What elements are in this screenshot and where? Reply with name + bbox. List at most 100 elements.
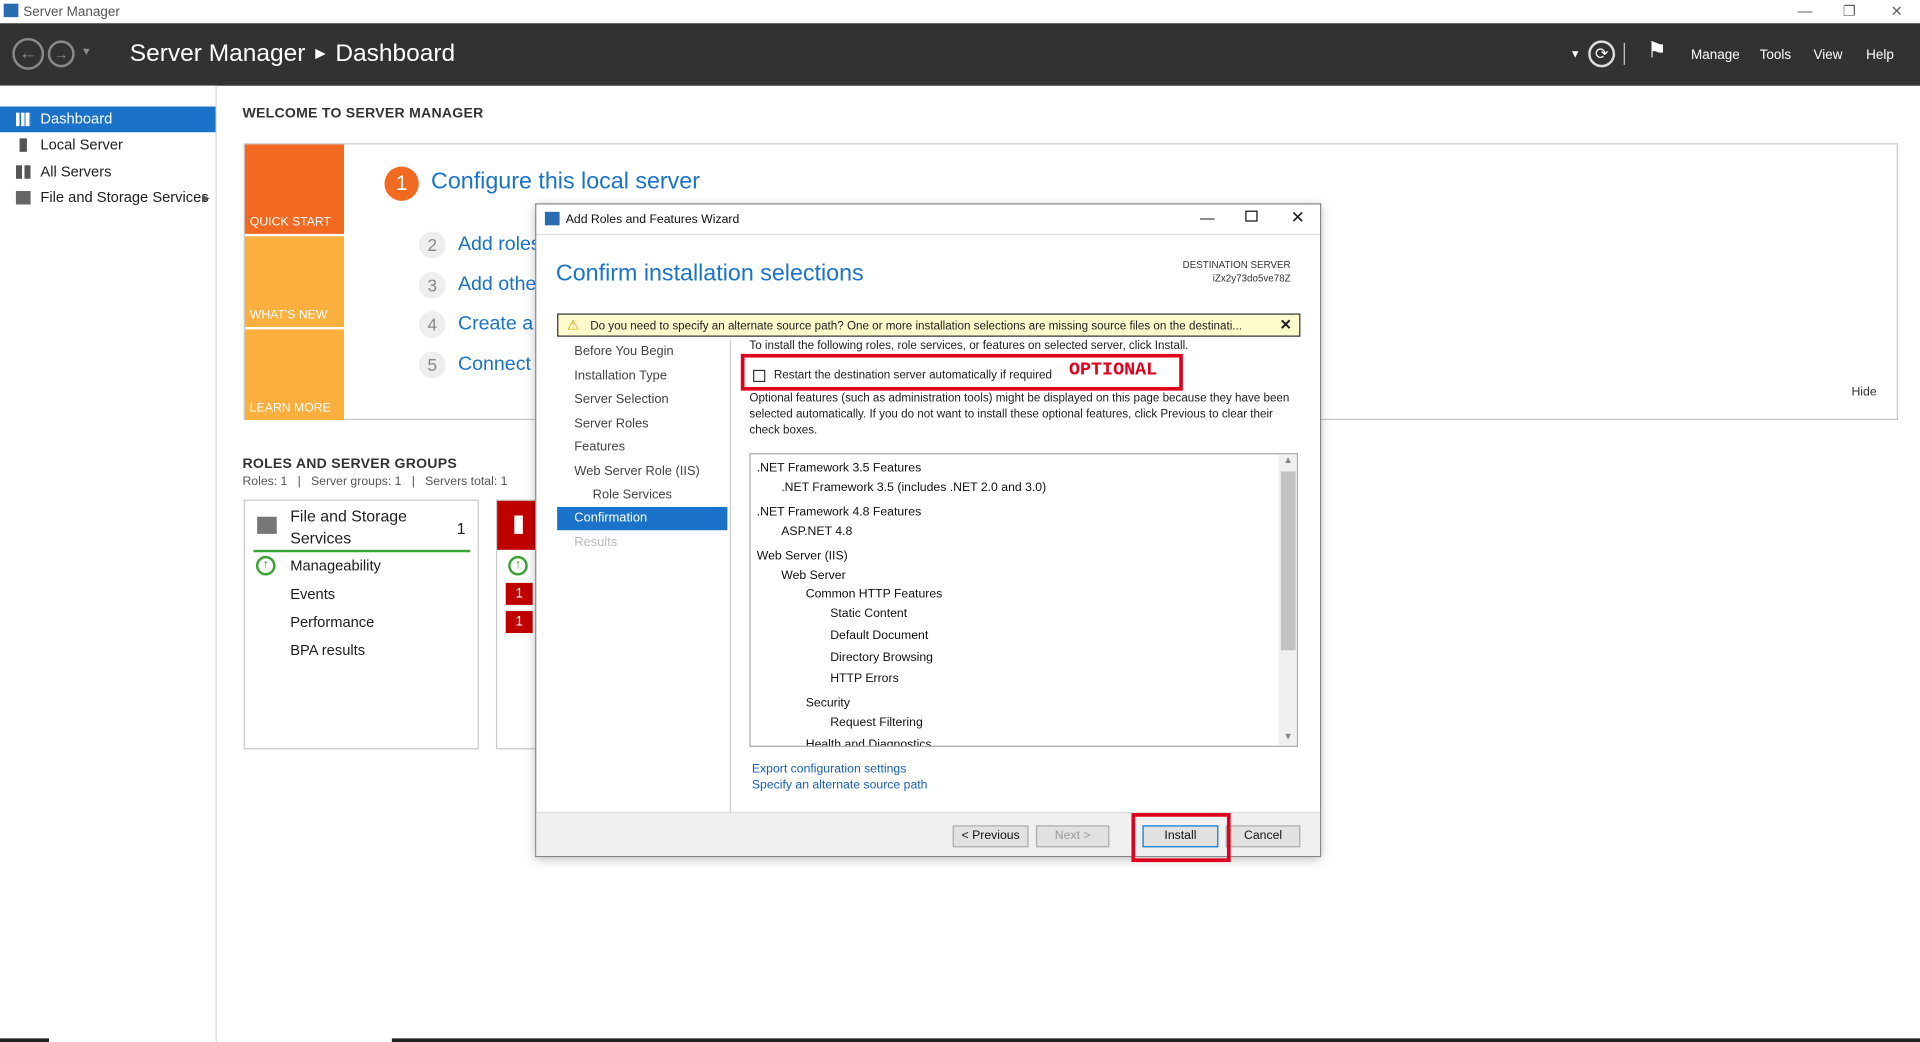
step-number-5: 5	[418, 351, 446, 379]
hide-link[interactable]: Hide	[1851, 386, 1876, 399]
optional-features-note: Optional features (such as administratio…	[749, 391, 1290, 438]
feature-item: Default Document	[830, 629, 929, 643]
nav-server-roles[interactable]: Server Roles	[574, 416, 648, 431]
features-list-box[interactable]: .NET Framework 3.5 Features .NET Framewo…	[749, 453, 1298, 747]
tile-whats-new[interactable]: WHAT'S NEW	[244, 236, 345, 327]
step-configure-local-server[interactable]: Configure this local server	[431, 169, 700, 196]
card-count: 1	[456, 519, 466, 538]
cancel-button[interactable]: Cancel	[1225, 825, 1301, 848]
tile-quick-start[interactable]: QUICK START	[244, 144, 345, 234]
back-arrow-icon[interactable]: ←	[12, 37, 45, 70]
export-config-link[interactable]: Export configuration settings	[752, 763, 907, 776]
menu-tools[interactable]: Tools	[1760, 48, 1791, 63]
step-number-2: 2	[418, 231, 446, 259]
wizard-title: Add Roles and Features Wizard	[565, 213, 740, 227]
app-header: ← → ▼ Server Manager ▶ Dashboard ▼ ⟳ ⚑ Man…	[0, 23, 1920, 86]
sidebar-item-all-servers[interactable]: All Servers	[0, 159, 216, 185]
nav-installation-type[interactable]: Installation Type	[574, 369, 667, 384]
expand-arrow-icon[interactable]: ▶	[202, 185, 210, 211]
close-warning-icon[interactable]: ✕	[1280, 316, 1292, 333]
step-add-other[interactable]: Add other	[458, 274, 543, 296]
servers-icon	[15, 165, 31, 179]
nav-features[interactable]: Features	[574, 440, 625, 455]
sidebar-item-label: File and Storage Services	[40, 188, 209, 206]
feature-item: Health and Diagnostics	[805, 738, 932, 747]
server-icon	[514, 515, 523, 534]
breadcrumb: Server Manager ▶ Dashboard	[130, 40, 455, 68]
status-ok-icon: ↑	[508, 555, 528, 576]
maximize-icon[interactable]	[1245, 210, 1258, 222]
nav-role-services[interactable]: Role Services	[593, 487, 672, 502]
card-status-bar	[253, 549, 471, 553]
title-divider	[536, 233, 1321, 236]
file-storage-icon	[15, 191, 31, 205]
alert-badge[interactable]: 1	[505, 611, 533, 634]
feature-item: .NET Framework 3.5 (includes .NET 2.0 an…	[781, 481, 1047, 495]
feature-item: Web Server (IIS)	[756, 549, 848, 564]
scrollbar-thumb[interactable]	[1280, 471, 1296, 651]
nav-divider	[729, 340, 732, 812]
warning-icon: ⚠	[566, 318, 580, 334]
menu-manage[interactable]: Manage	[1691, 48, 1740, 63]
sidebar-item-local-server[interactable]: Local Server	[0, 132, 216, 158]
nav-before-you-begin[interactable]: Before You Begin	[574, 344, 673, 359]
nav-server-selection[interactable]: Server Selection	[574, 392, 668, 407]
nav-confirmation: Confirmation	[574, 510, 648, 526]
sidebar-item-dashboard[interactable]: Dashboard	[0, 106, 216, 133]
alternate-source-link[interactable]: Specify an alternate source path	[752, 779, 928, 792]
previous-button[interactable]: < Previous	[952, 825, 1029, 848]
scroll-down-icon[interactable]: ▼	[1283, 731, 1293, 742]
server-manager-app-icon	[3, 3, 19, 18]
nav-confirmation-highlight[interactable]: Confirmation	[557, 506, 728, 531]
feature-item: HTTP Errors	[830, 672, 899, 686]
tile-label: WHAT'S NEW	[249, 308, 328, 323]
sidebar-item-file-storage[interactable]: File and Storage Services ▶	[0, 185, 216, 211]
notifications-flag-icon[interactable]: ⚑	[1647, 38, 1667, 64]
alert-badge[interactable]: 1	[505, 582, 533, 605]
dropdown-arrow-icon[interactable]: ▼	[1570, 48, 1581, 60]
feature-item: .NET Framework 4.8 Features	[756, 505, 922, 520]
add-roles-wizard-dialog: Add Roles and Features Wizard — ✕ Confir…	[535, 203, 1322, 858]
close-icon[interactable]: ✕	[1891, 2, 1903, 19]
row-manageability[interactable]: Manageability	[290, 557, 381, 574]
minimize-icon[interactable]: —	[1200, 209, 1215, 226]
step-connect[interactable]: Connect t	[458, 354, 542, 376]
sidebar-item-label: All Servers	[40, 162, 112, 181]
feature-item: .NET Framework 3.5 Features	[756, 461, 922, 476]
card-title-line1: File and Storage	[290, 506, 408, 526]
sidebar-item-label: Local Server	[40, 135, 123, 154]
restore-icon[interactable]: ❐	[1843, 2, 1856, 19]
nav-web-server-role[interactable]: Web Server Role (IIS)	[574, 464, 700, 479]
wizard-heading: Confirm installation selections	[555, 260, 864, 287]
tile-learn-more[interactable]: LEARN MORE	[244, 329, 345, 421]
close-icon[interactable]: ✕	[1291, 207, 1305, 228]
row-bpa-results[interactable]: BPA results	[290, 642, 365, 659]
warning-bar: ⚠ Do you need to specify an alternate so…	[557, 313, 1301, 337]
scroll-up-icon[interactable]: ▲	[1283, 454, 1293, 465]
welcome-heading: WELCOME TO SERVER MANAGER	[242, 106, 484, 122]
server-icon	[19, 138, 27, 152]
feature-item: Static Content	[830, 607, 908, 621]
menu-view[interactable]: View	[1813, 48, 1842, 63]
file-storage-icon	[257, 516, 277, 534]
feature-item: Web Server	[781, 569, 846, 583]
optional-annotation-label: OPTIONAL	[1068, 360, 1158, 381]
feature-item: Request Filtering	[830, 716, 923, 730]
feature-item: Common HTTP Features	[805, 587, 943, 602]
row-events[interactable]: Events	[290, 585, 335, 602]
breadcrumb-app: Server Manager	[129, 40, 306, 68]
sidebar: Dashboard Local Server All Servers File …	[0, 85, 217, 1042]
step-number-4: 4	[418, 311, 446, 338]
forward-arrow-icon[interactable]: →	[47, 40, 75, 68]
scrollbar[interactable]: ▲ ▼	[1278, 454, 1297, 746]
feature-item: Security	[805, 696, 850, 711]
refresh-icon[interactable]: ⟳	[1588, 40, 1616, 68]
window-title: Server Manager	[23, 4, 120, 20]
minimize-icon[interactable]: —	[1798, 2, 1813, 19]
step-add-roles[interactable]: Add roles	[458, 234, 541, 256]
menu-help[interactable]: Help	[1866, 48, 1894, 63]
role-card-file-storage[interactable]: File and Storage Services 1 ↑ Manageabil…	[243, 499, 479, 750]
warning-text[interactable]: Do you need to specify an alternate sour…	[590, 320, 1257, 333]
row-performance[interactable]: Performance	[290, 613, 374, 630]
history-dropdown-icon[interactable]: ▼	[81, 45, 92, 57]
